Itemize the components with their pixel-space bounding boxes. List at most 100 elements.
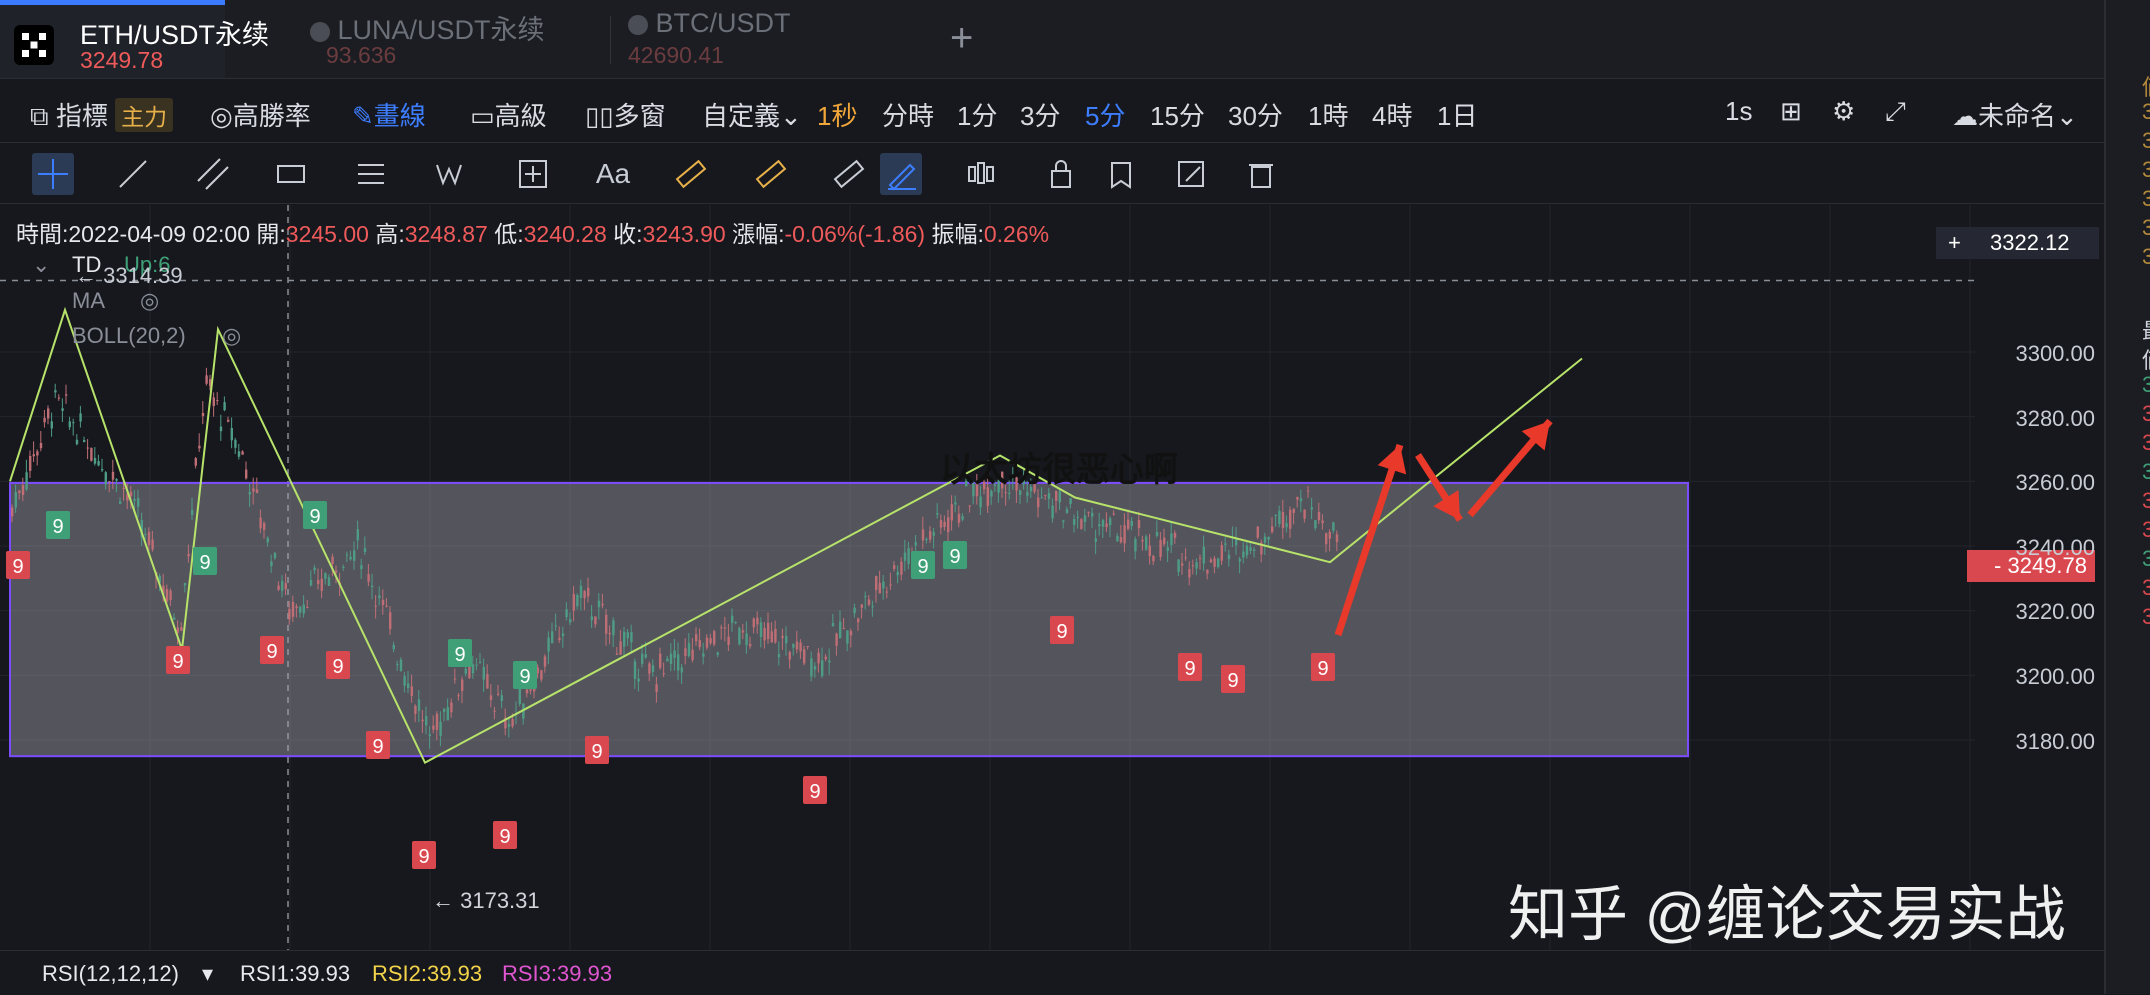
eye-off-icon[interactable]: ◎	[222, 323, 241, 349]
ruler-icon-2[interactable]	[828, 153, 870, 195]
lock-icon[interactable]	[1040, 153, 1082, 195]
candle-body	[788, 652, 791, 660]
orderbook-value: 3	[2142, 99, 2150, 124]
interval-display[interactable]: 1s	[1725, 96, 1752, 127]
orderbook-value: 価	[2142, 343, 2150, 375]
edit-icon[interactable]	[1170, 153, 1212, 195]
tab-btc[interactable]: BTC/USDT 42690.41	[620, 0, 900, 78]
caret-down-icon[interactable]: ▾	[202, 961, 213, 987]
rsi-label[interactable]: RSI(12,12,12)	[42, 961, 179, 987]
interval-line[interactable]: 分時	[882, 96, 934, 133]
candle-body	[1213, 558, 1216, 567]
wave-icon[interactable]	[430, 153, 472, 195]
candle-body	[230, 428, 233, 441]
fullscreen-icon[interactable]: ⤢	[1885, 96, 1906, 128]
tab-eth[interactable]: ETH/USDT永续 3249.78	[0, 0, 269, 78]
win-rate-button[interactable]: ◎高勝率	[210, 96, 311, 133]
candle-body	[1289, 509, 1292, 529]
candle-body	[223, 402, 226, 411]
candle-body	[587, 587, 590, 597]
candle-body	[1047, 493, 1051, 499]
legend-ma[interactable]: MA	[72, 288, 105, 314]
cloud-layout-button[interactable]: ☁未命名⌄	[1952, 96, 2078, 133]
tab-luna[interactable]: LUNA/USDT永续 93.636	[300, 0, 600, 78]
candle-body	[648, 663, 651, 674]
crosshair-icon[interactable]	[32, 153, 74, 195]
candle-body	[479, 661, 482, 663]
candle-body	[1206, 569, 1209, 574]
brush-icon[interactable]	[750, 153, 792, 195]
candle-body	[867, 599, 871, 605]
candle-body	[1217, 558, 1220, 568]
candle-body	[212, 397, 215, 407]
parallel-channel-icon[interactable]	[192, 153, 234, 195]
rectangle-icon[interactable]	[270, 153, 312, 195]
candle-body	[309, 580, 313, 586]
candle-body	[659, 653, 662, 668]
measure-icon[interactable]	[512, 153, 554, 195]
candle-body	[1278, 510, 1281, 525]
candle-body	[1040, 497, 1043, 499]
chevron-down-icon: ⌄	[2056, 101, 2078, 131]
orderbook-value: 3	[2142, 186, 2150, 211]
edit-icon-glyph	[1178, 161, 1204, 187]
candle-body	[903, 552, 907, 561]
pattern-icon[interactable]	[960, 153, 1002, 195]
candle-body	[57, 397, 61, 399]
price-chart[interactable]: 99999999999999999999	[0, 205, 2104, 950]
multi-window-button[interactable]: ▯▯多窗	[585, 96, 666, 133]
interval-5m[interactable]: 5分	[1085, 96, 1125, 133]
add-chart-icon[interactable]: ⊞	[1780, 96, 1802, 127]
drawing-button[interactable]: ✎畫線	[352, 96, 426, 133]
candle-body	[745, 633, 748, 646]
candle-body	[1242, 551, 1245, 558]
add-tab-button[interactable]: +	[950, 18, 973, 58]
candle-body	[774, 628, 777, 643]
legend-collapse-icon[interactable]: ⌄	[32, 252, 50, 278]
candle-body	[752, 618, 755, 628]
interval-1d[interactable]: 1日	[1437, 96, 1477, 133]
candle-body	[615, 653, 619, 655]
chart-canvas[interactable]: 99 99999999999999999 9	[0, 205, 2104, 950]
candle-body	[187, 554, 190, 557]
candle-body	[1134, 539, 1137, 552]
candle-body	[925, 538, 928, 540]
interval-1s[interactable]: 1秒	[817, 96, 857, 133]
candle-body	[1065, 509, 1069, 513]
candle-body	[680, 667, 683, 673]
candle-body	[169, 590, 172, 600]
candle-body	[1224, 543, 1227, 545]
candle-body	[1058, 491, 1061, 503]
advanced-button[interactable]: ▭高級	[470, 96, 547, 133]
td-marker-sell-label: 9	[12, 556, 23, 578]
parallel-channel-icon-glyph	[197, 158, 229, 190]
settings-icon[interactable]: ⚙	[1832, 96, 1855, 127]
y-axis-tick: 3260.00	[2015, 470, 2095, 495]
ruler-icon[interactable]	[670, 153, 712, 195]
fib-icon[interactable]	[350, 153, 392, 195]
eye-off-icon[interactable]: ◎	[140, 288, 159, 314]
interval-3m[interactable]: 3分	[1020, 96, 1060, 133]
custom-dropdown[interactable]: 自定義⌄	[702, 96, 802, 133]
candle-body	[241, 451, 244, 455]
orderbook-value: 3	[2142, 575, 2150, 600]
interval-15m[interactable]: 15分	[1150, 96, 1205, 133]
text-tool-icon[interactable]: Aa	[588, 153, 638, 195]
indicators-button[interactable]: ⧉ 指標 主力	[30, 96, 174, 133]
trend-line-icon[interactable]	[112, 153, 154, 195]
trash-icon[interactable]	[1240, 153, 1282, 195]
pen-icon[interactable]	[880, 153, 922, 195]
candle-body	[1303, 509, 1306, 519]
add-alert-icon[interactable]: +	[1948, 227, 1961, 259]
interval-30m[interactable]: 30分	[1228, 96, 1283, 133]
interval-4h[interactable]: 4時	[1372, 96, 1412, 133]
candle-body	[410, 686, 413, 696]
candle-body	[1062, 520, 1065, 522]
legend-boll[interactable]: BOLL(20,2)	[72, 323, 186, 349]
interval-1m[interactable]: 1分	[957, 96, 997, 133]
orderbook-value: 3	[2142, 459, 2150, 484]
candle-body	[1109, 518, 1112, 526]
copy-icon[interactable]	[1100, 153, 1142, 195]
advanced-icon: ▭	[470, 101, 495, 131]
interval-1h[interactable]: 1時	[1308, 96, 1348, 133]
